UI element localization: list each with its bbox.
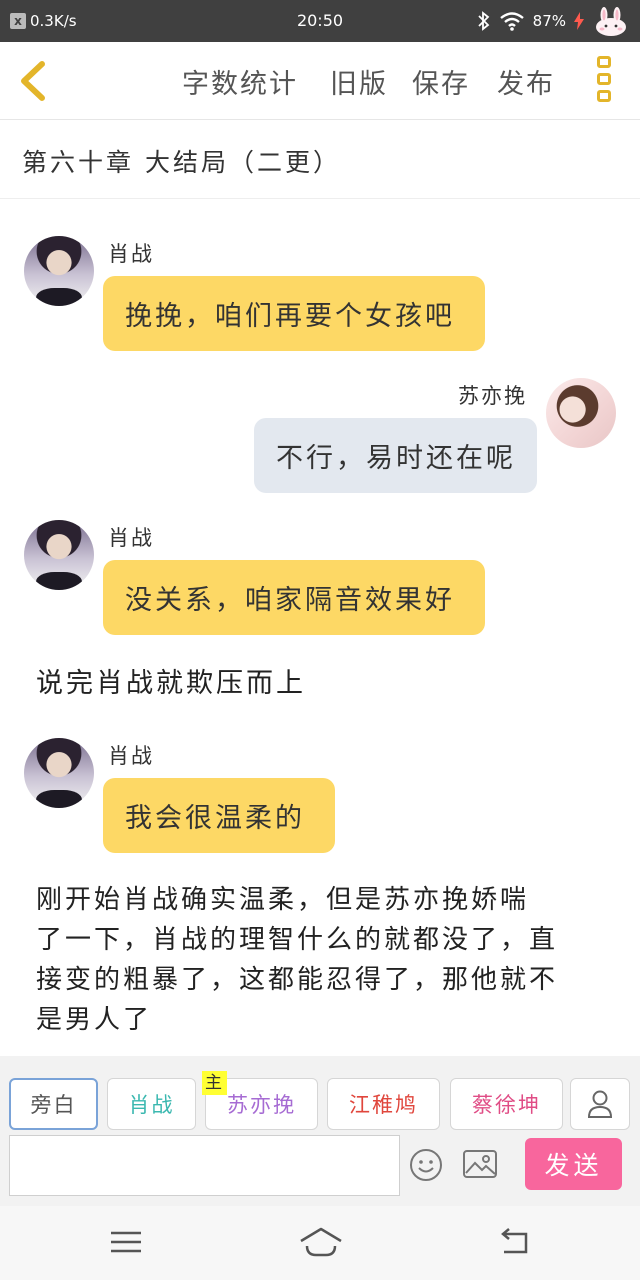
back-icon[interactable]	[496, 1224, 536, 1260]
battery-level: 87%	[532, 12, 566, 30]
main-character-tag: 主	[202, 1071, 227, 1095]
message-bubble[interactable]: 我会很温柔的	[103, 778, 335, 853]
add-character-button[interactable]	[570, 1078, 630, 1130]
avatar-xiaozhan[interactable]	[24, 520, 94, 590]
message-bubble[interactable]: 挽挽，咱们再要个女孩吧	[103, 276, 485, 351]
narration-line: 接变的粗暴了，这都能忍得了，那他就不	[36, 965, 559, 995]
more-menu-icon[interactable]	[594, 56, 614, 108]
smiley-icon[interactable]	[409, 1148, 443, 1182]
narration-text[interactable]: 说完肖战就欺压而上	[36, 664, 306, 704]
compose-panel: 旁白 肖战 主 苏亦挽 江稚鸠 蔡徐坤 发送	[0, 1056, 640, 1206]
editor-toolbar: 字数统计 旧版 保存 发布	[0, 42, 640, 120]
chapter-header[interactable]: 第六十章 大结局（二更）	[0, 121, 640, 199]
avatar-xiaozhan[interactable]	[24, 236, 94, 306]
old-version-button[interactable]: 旧版	[330, 62, 388, 101]
character-chip-xiaozhan[interactable]: 肖战	[107, 1078, 196, 1130]
chip-label: 蔡徐坤	[472, 1093, 541, 1117]
character-chip-jiangzhijiu[interactable]: 江稚鸠	[327, 1078, 440, 1130]
word-count-button[interactable]: 字数统计	[182, 62, 298, 101]
bunny-sticker-icon	[596, 7, 626, 36]
system-nav-bar	[0, 1206, 640, 1280]
chip-label: 苏亦挽	[227, 1093, 296, 1117]
narration-line: 说完肖战就欺压而上	[36, 668, 306, 699]
chip-label: 江稚鸠	[349, 1093, 418, 1117]
narration-line: 了一下，肖战的理智什么的就都没了，直	[36, 925, 559, 955]
message-input[interactable]	[9, 1135, 400, 1196]
wifi-icon	[499, 12, 524, 31]
home-icon[interactable]	[298, 1224, 344, 1260]
narration-text[interactable]: 刚开始肖战确实温柔，但是苏亦挽娇喘 了一下，肖战的理智什么的就都没了，直 接变的…	[36, 880, 558, 1040]
publish-button[interactable]: 发布	[497, 62, 555, 101]
status-bar: x 0.3K/s 20:50 87%	[0, 0, 640, 42]
chapter-title: 第六十章 大结局（二更）	[22, 148, 341, 177]
avatar-xiaozhan[interactable]	[24, 738, 94, 808]
character-chip-caixukun[interactable]: 蔡徐坤	[450, 1078, 563, 1130]
speaker-name: 肖战	[108, 744, 154, 768]
menu-icon[interactable]	[106, 1224, 146, 1260]
narration-line: 刚开始肖战确实温柔，但是苏亦挽娇喘	[36, 885, 530, 915]
charging-icon	[574, 12, 584, 30]
bluetooth-icon	[478, 11, 490, 31]
speaker-name: 肖战	[108, 526, 154, 550]
speaker-name: 苏亦挽	[458, 384, 527, 408]
chip-label: 肖战	[128, 1093, 175, 1117]
person-icon	[587, 1090, 613, 1118]
image-icon[interactable]	[462, 1148, 498, 1180]
character-chip-narrator[interactable]: 旁白	[9, 1078, 98, 1130]
narration-line: 是男人了	[36, 1005, 153, 1035]
back-chevron-icon[interactable]	[14, 58, 54, 104]
save-button[interactable]: 保存	[412, 62, 470, 101]
chip-label: 旁白	[30, 1093, 77, 1117]
send-button[interactable]: 发送	[525, 1138, 622, 1190]
status-icons: 87%	[477, 4, 630, 38]
avatar-suyiwan[interactable]	[546, 378, 616, 448]
message-bubble[interactable]: 没关系，咱家隔音效果好	[103, 560, 485, 635]
character-chip-suyiwan[interactable]: 主 苏亦挽	[202, 1071, 318, 1130]
message-bubble[interactable]: 不行，易时还在呢	[254, 418, 537, 493]
speaker-name: 肖战	[108, 242, 154, 266]
